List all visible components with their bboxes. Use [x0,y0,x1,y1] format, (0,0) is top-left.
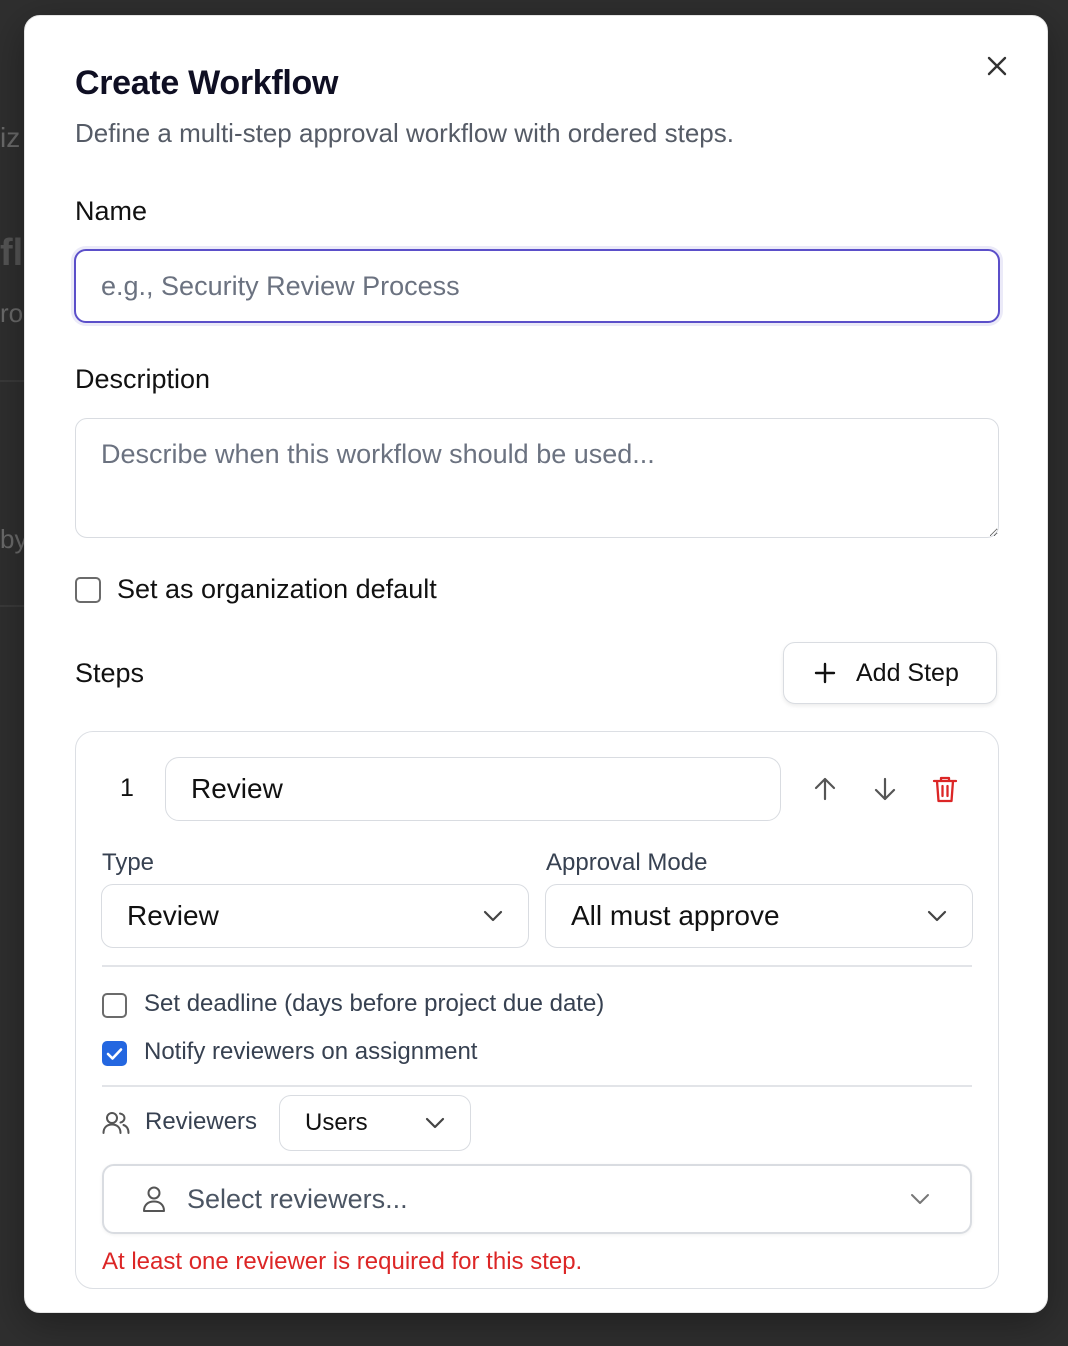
type-select[interactable]: Review [101,884,529,948]
step-card: 1 Review Type Review Approval Mode All m… [75,731,999,1289]
reviewer-error-message: At least one reviewer is required for th… [102,1248,583,1275]
deadline-label: Set deadline (days before project due da… [144,990,605,1017]
background-text-fragment: ro [0,298,24,328]
approval-mode-select[interactable]: All must approve [545,884,973,948]
divider [102,1085,972,1087]
reviewer-type-select[interactable]: Users [279,1095,471,1151]
close-button[interactable] [983,52,1011,80]
checkmark-icon [106,1047,123,1060]
deadline-checkbox[interactable] [102,993,127,1018]
description-label: Description [75,364,211,394]
reviewer-picker[interactable]: Select reviewers... [102,1164,972,1234]
chevron-down-icon [911,1194,929,1204]
step-number: 1 [120,774,134,802]
background-text-fragment: fl [0,232,24,274]
dialog-title: Create Workflow [75,64,339,102]
arrow-up-icon [814,777,836,801]
user-icon [143,1186,165,1212]
close-icon [987,56,1007,76]
add-step-button[interactable]: Add Step [783,642,997,704]
reviewer-type-value: Users [305,1109,368,1136]
move-up-button[interactable] [810,774,840,804]
type-select-value: Review [127,900,219,931]
type-label: Type [102,849,155,876]
plus-icon [814,662,836,684]
notify-label: Notify reviewers on assignment [144,1038,478,1065]
description-textarea[interactable] [75,418,999,538]
name-input[interactable] [74,249,1000,323]
org-default-checkbox[interactable] [75,577,101,603]
delete-step-button[interactable] [930,774,960,804]
approval-mode-label: Approval Mode [546,849,708,876]
chevron-down-icon [425,1117,445,1129]
move-down-button[interactable] [870,774,900,804]
chevron-down-icon [483,910,503,922]
users-icon [102,1112,130,1134]
org-default-label: Set as organization default [117,574,437,604]
name-label: Name [75,196,148,226]
notify-checkbox[interactable] [102,1041,127,1066]
reviewers-label: Reviewers [145,1108,258,1135]
chevron-down-icon [927,910,947,922]
background-text-fragment: iz [0,122,21,153]
reviewer-picker-placeholder: Select reviewers... [187,1183,408,1214]
add-step-label: Add Step [856,658,959,687]
step-name-input[interactable]: Review [165,757,781,821]
approval-mode-value: All must approve [571,900,780,931]
steps-label: Steps [75,658,145,688]
trash-icon [932,776,958,803]
arrow-down-icon [874,777,896,801]
divider [102,965,972,967]
create-workflow-dialog: Create Workflow Define a multi-step appr… [24,15,1048,1313]
dialog-subtitle: Define a multi-step approval workflow wi… [75,118,734,148]
